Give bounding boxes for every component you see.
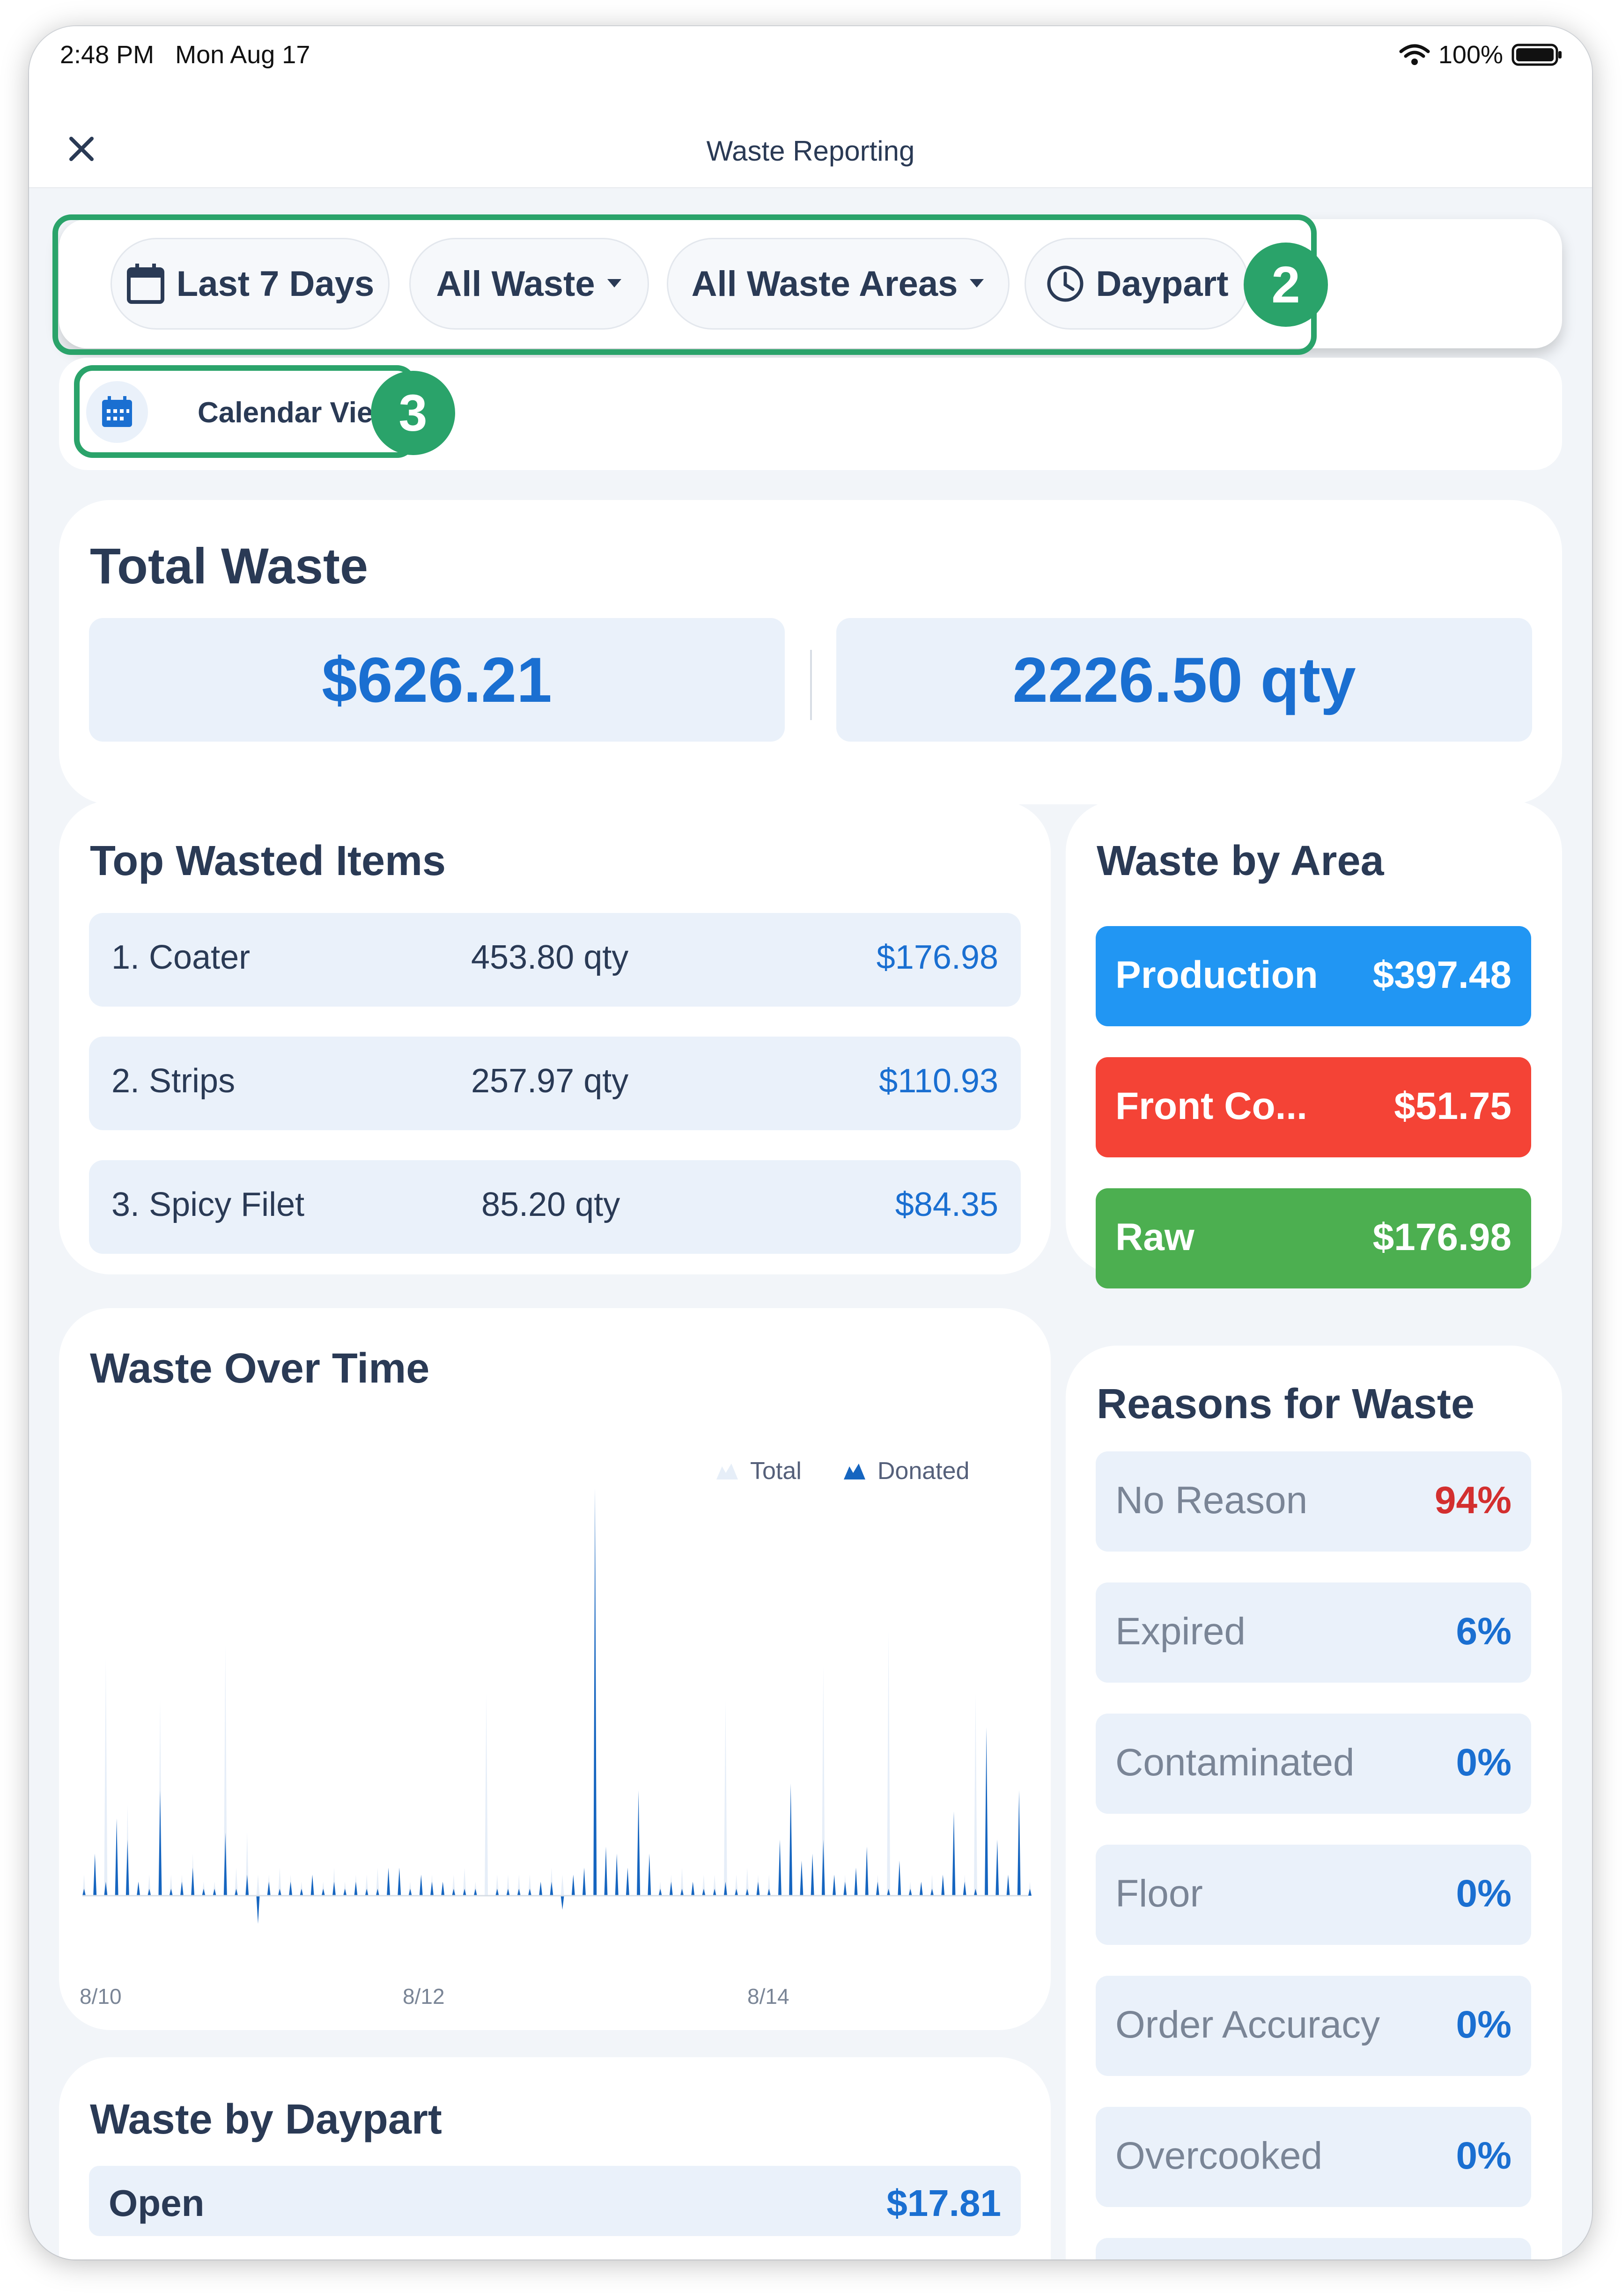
reason-name: Floor <box>1115 1872 1203 1915</box>
reason-pct: 94% <box>1434 1479 1511 1522</box>
total-cost-value: $626.21 <box>89 618 785 742</box>
item-cost: $176.98 <box>876 939 998 976</box>
item-cost: $84.35 <box>895 1186 998 1223</box>
area-value: $176.98 <box>1372 1216 1511 1258</box>
reason-pct: 6% <box>1456 1610 1511 1653</box>
reason-name: Order Accuracy <box>1115 2003 1380 2046</box>
waste-over-time-card: Waste Over Time Total Donated 8/10 8/12 8/… <box>59 1308 1051 2030</box>
annotation-badge-2: 2 <box>1244 243 1328 327</box>
page-title: Waste Reporting <box>706 135 915 167</box>
item-qty: 85.20 qty <box>481 1186 620 1223</box>
reason-item-more[interactable] <box>1096 2238 1531 2259</box>
reasons-for-waste-card: Reasons for Waste No Reason 94% Expired … <box>1066 1346 1562 2259</box>
list-item[interactable]: 2. Strips 257.97 qty $110.93 <box>89 1037 1021 1130</box>
reason-name: Contaminated <box>1115 1741 1355 1784</box>
list-item[interactable]: 1. Coater 453.80 qty $176.98 <box>89 913 1021 1007</box>
total-waste-card: Total Waste $626.21 2226.50 qty <box>59 500 1562 804</box>
daypart-row[interactable]: Open $17.81 <box>89 2166 1021 2236</box>
reason-item-order-accuracy[interactable]: Order Accuracy 0% <box>1096 1976 1531 2076</box>
area-name: Front Co... <box>1115 1085 1307 1127</box>
area-name: Raw <box>1115 1216 1194 1258</box>
reason-pct: 0% <box>1456 2003 1511 2046</box>
item-name: 2. Strips <box>111 1062 236 1100</box>
item-name: 3. Spicy Filet <box>111 1186 305 1223</box>
area-name: Production <box>1115 954 1318 996</box>
waste-by-daypart-card: Waste by Daypart Open $17.81 <box>59 2057 1051 2259</box>
reason-pct: 0% <box>1456 2134 1511 2177</box>
x-tick-label: 8/14 <box>747 1984 789 2009</box>
battery-icon <box>1511 44 1562 66</box>
reason-pct: 0% <box>1456 1872 1511 1915</box>
area-front-counter-button[interactable]: Front Co... $51.75 <box>1096 1057 1531 1157</box>
item-name: 1. Coater <box>111 939 251 976</box>
area-value: $51.75 <box>1394 1085 1511 1127</box>
top-wasted-items-card: Top Wasted Items 1. Coater 453.80 qty $1… <box>59 801 1051 1274</box>
item-cost: $110.93 <box>879 1062 998 1100</box>
area-value: $397.48 <box>1372 954 1511 996</box>
status-bar: 2:48 PM Mon Aug 17 100% <box>29 26 1592 110</box>
nav-bar: Waste Reporting <box>29 110 1592 188</box>
wifi-icon <box>1399 44 1430 65</box>
annotation-badge-3: 3 <box>371 371 455 455</box>
waste-by-area-card: Waste by Area Production $397.48 Front C… <box>1066 801 1562 1288</box>
list-item[interactable]: 3. Spicy Filet 85.20 qty $84.35 <box>89 1160 1021 1254</box>
status-date: Mon Aug 17 <box>175 41 310 69</box>
reason-name: No Reason <box>1115 1479 1308 1522</box>
waste-by-area-title: Waste by Area <box>1097 838 1384 884</box>
reason-name: Overcooked <box>1115 2134 1323 2177</box>
annotation-box-filters <box>52 214 1317 355</box>
annotation-box-calendar <box>74 365 416 458</box>
item-qty: 257.97 qty <box>471 1062 629 1100</box>
battery-percent: 100% <box>1438 41 1503 69</box>
status-indicators: 100% <box>1399 40 1563 69</box>
x-tick-label: 8/12 <box>403 1984 445 2009</box>
reason-item-floor[interactable]: Floor 0% <box>1096 1845 1531 1945</box>
daypart-value: $17.81 <box>886 2182 1001 2224</box>
reasons-title: Reasons for Waste <box>1097 1381 1475 1428</box>
reason-item-no-reason[interactable]: No Reason 94% <box>1096 1451 1531 1552</box>
total-qty-value: 2226.50 qty <box>836 618 1532 742</box>
area-raw-button[interactable]: Raw $176.98 <box>1096 1188 1531 1288</box>
reason-item-contaminated[interactable]: Contaminated 0% <box>1096 1714 1531 1814</box>
tablet-frame: 2:48 PM Mon Aug 17 100% Waste Reporting <box>29 26 1592 2259</box>
daypart-title: Waste by Daypart <box>90 2096 442 2143</box>
status-clock: 2:48 PM <box>60 41 155 69</box>
top-items-title: Top Wasted Items <box>90 838 446 884</box>
item-qty: 453.80 qty <box>471 939 629 976</box>
reason-name: Expired <box>1115 1610 1246 1653</box>
stat-divider <box>810 650 812 720</box>
status-time: 2:48 PM Mon Aug 17 <box>60 40 310 69</box>
area-production-button[interactable]: Production $397.48 <box>1096 926 1531 1026</box>
waste-over-time-chart: 8/10 8/12 8/14 <box>80 1488 1032 2009</box>
daypart-name: Open <box>109 2182 205 2224</box>
x-tick-label: 8/10 <box>80 1984 122 2009</box>
total-waste-title: Total Waste <box>90 537 369 594</box>
reason-item-overcooked[interactable]: Overcooked 0% <box>1096 2107 1531 2207</box>
reason-item-expired[interactable]: Expired 6% <box>1096 1582 1531 1683</box>
reason-pct: 0% <box>1456 1741 1511 1784</box>
